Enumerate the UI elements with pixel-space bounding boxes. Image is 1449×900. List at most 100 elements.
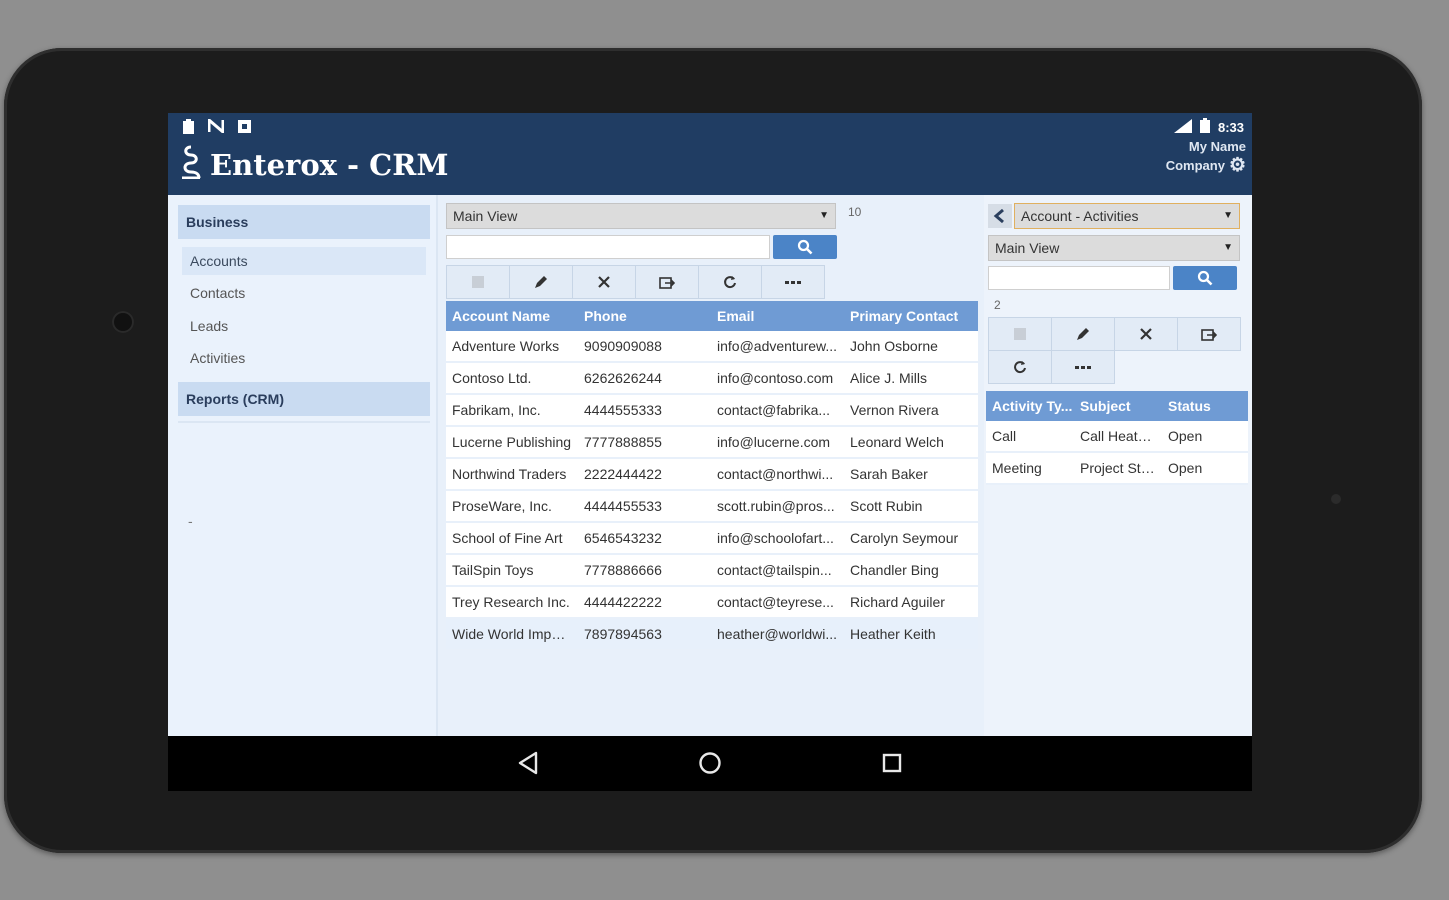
- main-view-select[interactable]: Main View ▼: [446, 203, 836, 229]
- search-button[interactable]: [773, 235, 837, 259]
- screen: 8:33 Enterox - CRM My Name Company ⚙ Bus…: [168, 113, 1252, 791]
- sidebar-item-activities[interactable]: Activities: [182, 344, 426, 372]
- table-row[interactable]: Trey Research Inc. 4444422222 contact@te…: [446, 586, 978, 619]
- related-select-value: Account - Activities: [1021, 208, 1139, 224]
- account-name-cell: School of Fine Art: [446, 522, 578, 555]
- column-header[interactable]: Activity Ty...: [986, 391, 1074, 421]
- email-cell: contact@tailspin...: [711, 554, 844, 587]
- app-header: 8:33 Enterox - CRM My Name Company ⚙: [168, 113, 1252, 195]
- email-cell: info@lucerne.com: [711, 426, 844, 459]
- more-icon: [785, 281, 801, 284]
- related-view-select[interactable]: Main View ▼: [988, 235, 1240, 261]
- email-cell: scott.rubin@pros...: [711, 490, 844, 523]
- account-name-cell: Adventure Works: [446, 331, 578, 363]
- account-name-cell: Contoso Ltd.: [446, 362, 578, 395]
- column-header[interactable]: Phone: [578, 301, 711, 331]
- edit-button[interactable]: [1051, 317, 1115, 351]
- gear-icon[interactable]: ⚙: [1229, 156, 1246, 175]
- table-row[interactable]: Northwind Traders 2222444422 contact@nor…: [446, 458, 978, 491]
- related-toolbar-row1: [988, 317, 1241, 351]
- related-search-button[interactable]: [1173, 266, 1237, 290]
- clipboard-icon: [180, 118, 196, 134]
- related-select[interactable]: Account - Activities ▼: [1014, 203, 1240, 229]
- table-row[interactable]: ProseWare, Inc. 4444455533 scott.rubin@p…: [446, 490, 978, 523]
- refresh-icon: [1014, 361, 1026, 374]
- new-record-button[interactable]: [988, 317, 1052, 351]
- subject-cell: Project Sta...: [1074, 452, 1162, 485]
- app-title: Enterox - CRM: [180, 145, 448, 184]
- status-time: 8:33: [1217, 119, 1244, 135]
- account-name-cell: Wide World Impor...: [446, 618, 578, 651]
- search-input[interactable]: [446, 235, 770, 259]
- column-header[interactable]: Subject: [1074, 391, 1162, 421]
- square-icon: [236, 118, 252, 134]
- export-icon: [1201, 329, 1217, 341]
- contact-cell: Vernon Rivera: [844, 394, 978, 427]
- refresh-button[interactable]: [988, 350, 1052, 384]
- phone-cell: 6262626244: [578, 362, 711, 395]
- sidebar-item-accounts[interactable]: Accounts: [182, 247, 426, 275]
- sidebar-section-reports[interactable]: Reports (CRM): [178, 382, 430, 416]
- more-icon: [1075, 366, 1091, 369]
- main-panel: Main View ▼ 10 Account Name Phone Email …: [438, 195, 978, 736]
- delete-button[interactable]: [572, 265, 636, 299]
- contact-cell: Heather Keith: [844, 618, 978, 651]
- column-header[interactable]: Email: [711, 301, 844, 331]
- recents-square-icon: [882, 753, 902, 773]
- nav-recents-button[interactable]: [877, 750, 907, 776]
- column-header[interactable]: Status: [1162, 391, 1248, 421]
- nav-home-button[interactable]: [695, 750, 725, 776]
- phone-cell: 7777888855: [578, 426, 711, 459]
- refresh-button[interactable]: [698, 265, 762, 299]
- activity-type-cell: Call: [986, 421, 1074, 453]
- company-row[interactable]: Company ⚙: [1166, 156, 1246, 175]
- sidebar-section-business[interactable]: Business: [178, 205, 430, 239]
- column-header[interactable]: Account Name: [446, 301, 578, 331]
- activity-type-cell: Meeting: [986, 452, 1074, 485]
- related-search-input[interactable]: [988, 266, 1170, 290]
- table-row[interactable]: Contoso Ltd. 6262626244 info@contoso.com…: [446, 362, 978, 395]
- column-header[interactable]: Primary Contact: [844, 301, 978, 331]
- table-row[interactable]: School of Fine Art 6546543232 info@schoo…: [446, 522, 978, 555]
- table-row[interactable]: TailSpin Toys 7778886666 contact@tailspi…: [446, 554, 978, 587]
- refresh-icon: [724, 276, 736, 289]
- phone-cell: 7778886666: [578, 554, 711, 587]
- phone-cell: 4444422222: [578, 586, 711, 619]
- export-button[interactable]: [635, 265, 699, 299]
- contact-cell: Sarah Baker: [844, 458, 978, 491]
- phone-cell: 9090909088: [578, 331, 711, 363]
- sidebar-divider: [178, 421, 430, 423]
- table-row[interactable]: Lucerne Publishing 7777888855 info@lucer…: [446, 426, 978, 459]
- table-row[interactable]: Meeting Project Sta... Open: [986, 452, 1248, 485]
- record-count: 10: [848, 205, 862, 219]
- contact-cell: John Osborne: [844, 331, 978, 363]
- pencil-icon: [535, 276, 547, 288]
- table-row[interactable]: Adventure Works 9090909088 info@adventur…: [446, 331, 978, 363]
- table-row[interactable]: Fabrikam, Inc. 4444555333 contact@fabrik…: [446, 394, 978, 427]
- sidebar-item-leads[interactable]: Leads: [182, 312, 426, 340]
- email-cell: contact@fabrika...: [711, 394, 844, 427]
- delete-button[interactable]: [1114, 317, 1178, 351]
- company-name: Company: [1165, 158, 1225, 173]
- chevron-down-icon: ▼: [1223, 210, 1233, 221]
- logo-icon: [180, 145, 202, 184]
- more-button[interactable]: [761, 265, 825, 299]
- nav-back-button[interactable]: [513, 750, 543, 776]
- sidebar-item-contacts[interactable]: Contacts: [182, 279, 426, 307]
- account-name-cell: Lucerne Publishing: [446, 426, 578, 459]
- camera: [112, 311, 134, 333]
- pencil-icon: [1077, 328, 1089, 340]
- user-name[interactable]: My Name: [1189, 139, 1246, 154]
- edit-button[interactable]: [509, 265, 573, 299]
- export-button[interactable]: [1177, 317, 1241, 351]
- phone-cell: 7897894563: [578, 618, 711, 651]
- table-header-row: Account Name Phone Email Primary Contact: [446, 301, 978, 331]
- table-row-selected[interactable]: Wide World Impor... 7897894563 heather@w…: [446, 618, 978, 651]
- table-row[interactable]: Call Call Heath... Open: [986, 421, 1248, 453]
- chevron-left-icon: [993, 209, 1004, 223]
- account-name-cell: Trey Research Inc.: [446, 586, 578, 619]
- back-button[interactable]: [988, 204, 1012, 228]
- status-cell: Open: [1162, 421, 1248, 453]
- new-record-button[interactable]: [446, 265, 510, 299]
- more-button[interactable]: [1051, 350, 1115, 384]
